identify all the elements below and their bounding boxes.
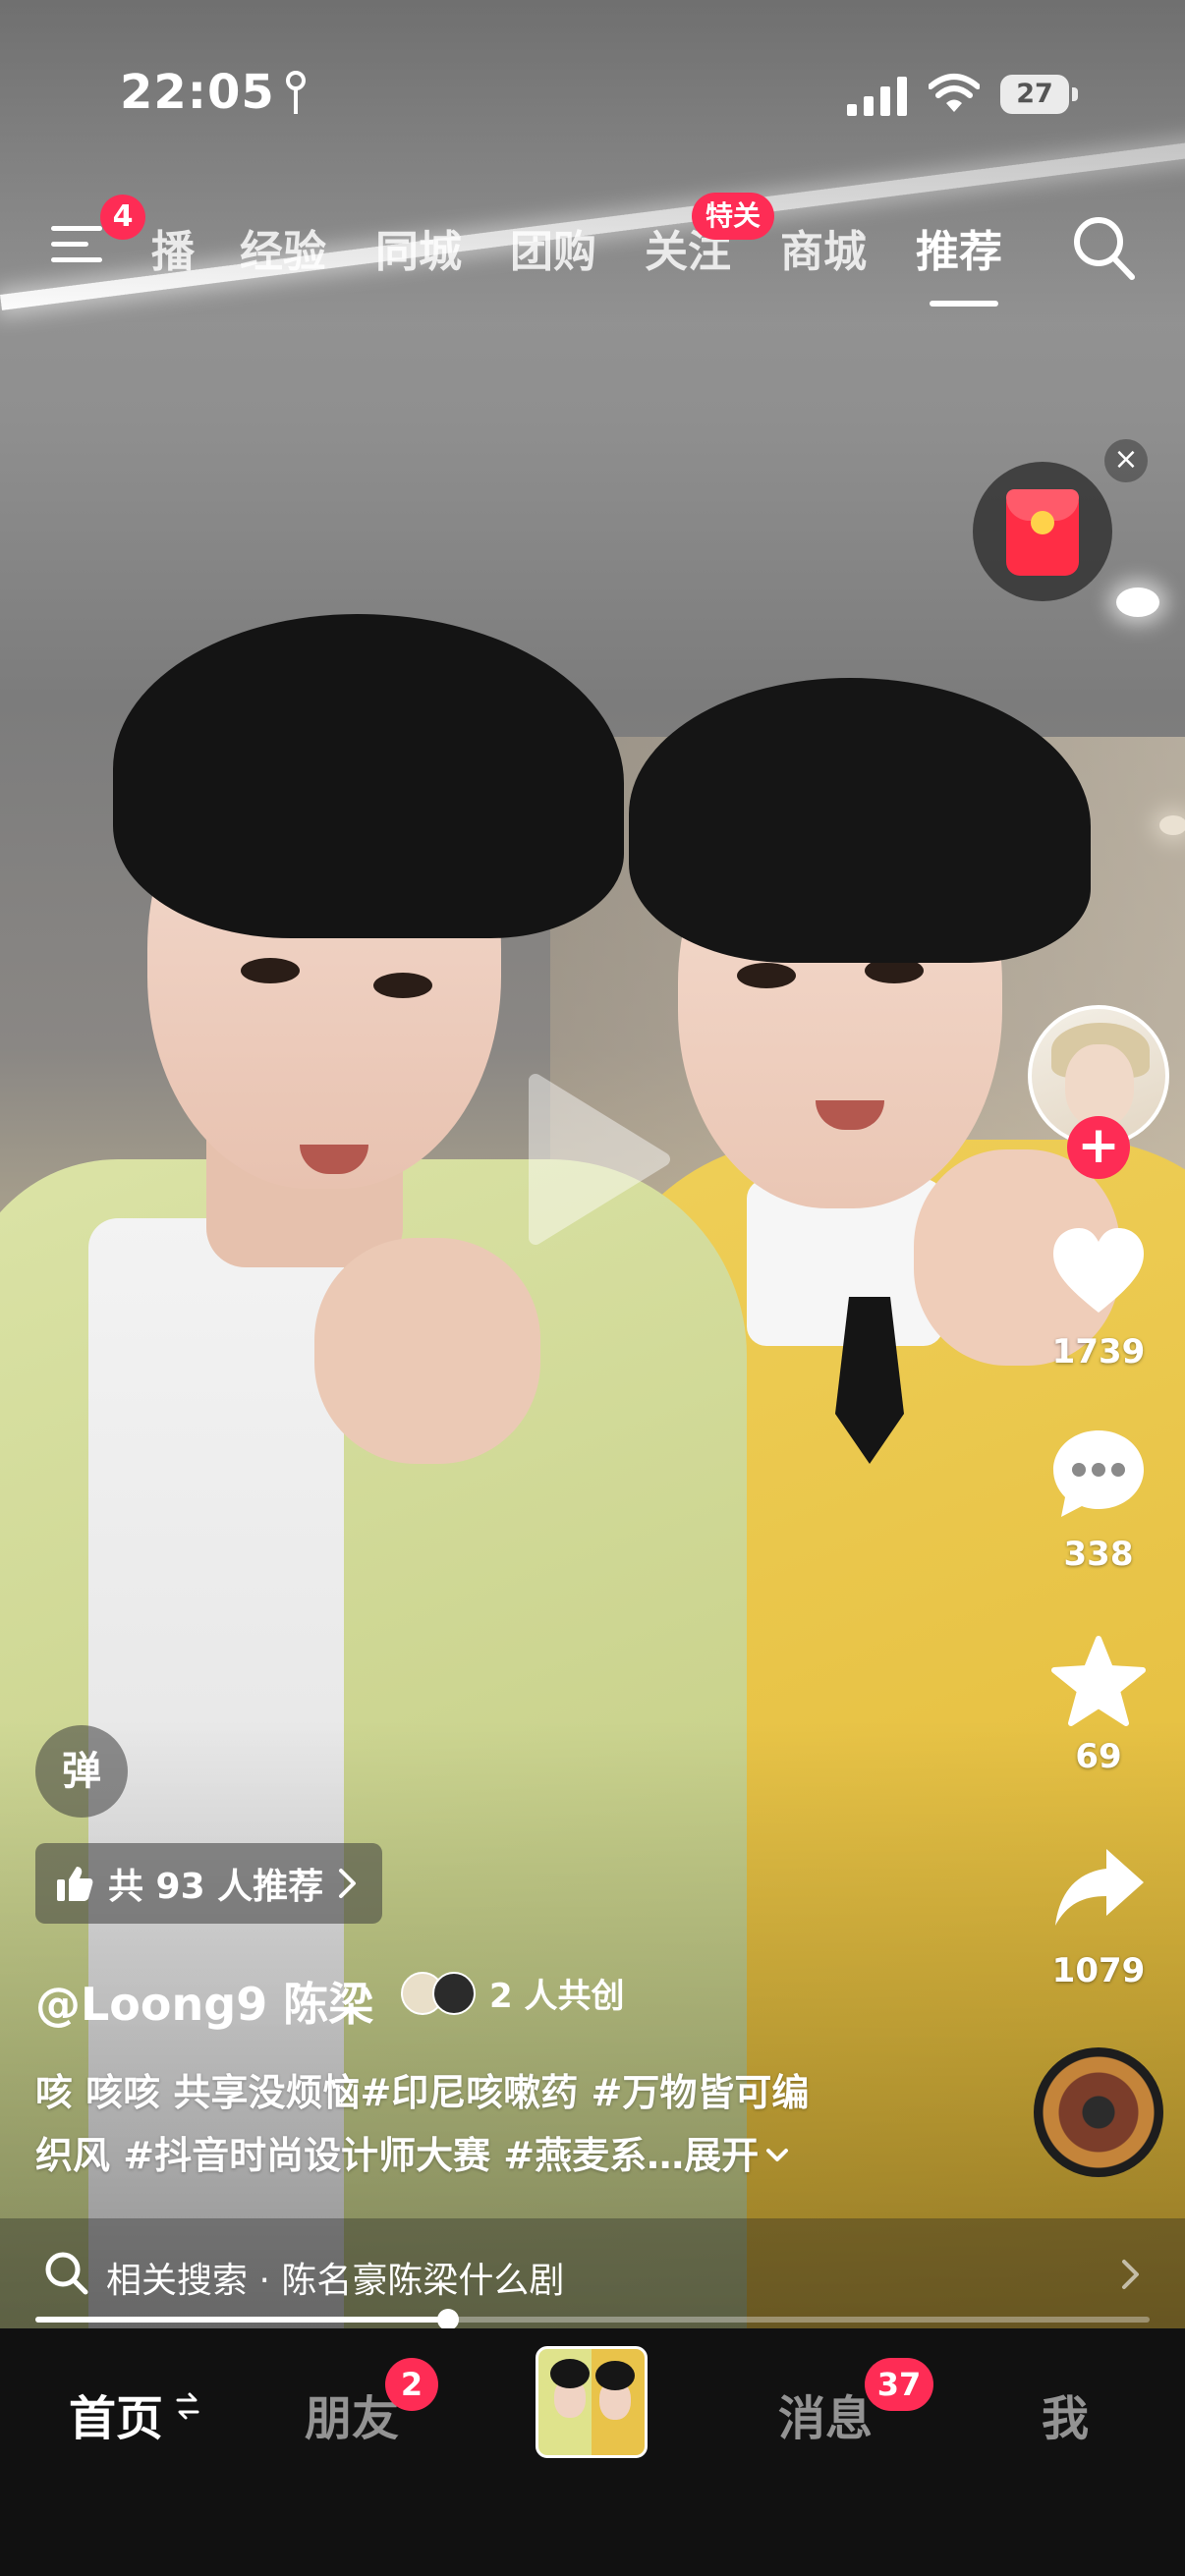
status-time: 22:05 <box>120 65 275 120</box>
tab-local[interactable]: 同城 <box>375 216 462 279</box>
thumb-hair <box>595 2361 635 2390</box>
related-search-text: 相关搜索 · 陈名豪陈梁什么剧 <box>106 2261 565 2301</box>
related-search-bar[interactable]: 相关搜索 · 陈名豪陈梁什么剧 <box>0 2218 1185 2328</box>
play-icon[interactable] <box>516 1071 673 1248</box>
thumbs-up-icon <box>57 1867 93 1901</box>
cocreate-link[interactable]: 2 人共创 <box>401 1969 625 2017</box>
recommend-count-label: 共 93 人推荐 <box>108 1867 324 1907</box>
caption-line: 织风 #抖音时尚设计师大赛 #燕麦系… <box>35 2134 685 2177</box>
search-icon[interactable] <box>1071 214 1136 281</box>
cocreator-avatar <box>432 1971 476 2015</box>
app-root: 22:05 27 4 播 经验 同城 团购 关注 特关 商城 推荐 × + 17… <box>0 0 1185 2576</box>
follow-button[interactable]: + <box>1067 1116 1130 1179</box>
mouth <box>816 1100 884 1130</box>
tab-messages[interactable]: 消息 <box>778 2380 873 2448</box>
battery-icon: 27 <box>1000 75 1079 114</box>
recommend-pill[interactable]: 共 93 人推荐 <box>35 1843 383 1924</box>
red-packet-button[interactable] <box>973 462 1112 601</box>
battery-level: 27 <box>1016 79 1053 109</box>
wifi-icon <box>929 74 980 112</box>
menu-badge: 4 <box>100 195 145 240</box>
create-video-button[interactable] <box>536 2346 648 2458</box>
bottom-tab-bar: 首页 朋友 2 消息 37 我 <box>0 2328 1185 2576</box>
battery-cap <box>1072 87 1078 101</box>
tab-recommend[interactable]: 推荐 <box>916 216 1002 279</box>
caption-line: 咳 咳咳 共享没烦恼#印尼咳嗽药 #万物皆可编 <box>35 2071 810 2114</box>
comment-icon[interactable] <box>1049 1427 1148 1521</box>
person-left-fist <box>314 1238 540 1464</box>
cocreate-label: 2 人共创 <box>489 1977 625 2016</box>
share-count: 1079 <box>1051 1951 1146 1990</box>
thumb-hair <box>550 2359 590 2388</box>
favorite-count: 69 <box>1075 1737 1122 1776</box>
messages-badge: 37 <box>865 2358 933 2411</box>
active-tab-indicator <box>930 301 998 307</box>
red-envelope-icon <box>1006 489 1079 576</box>
location-arrow-icon <box>286 71 306 114</box>
music-disc-icon[interactable] <box>1034 2047 1163 2177</box>
swap-icon[interactable] <box>175 2389 200 2423</box>
danmu-toggle-button[interactable]: 弹 <box>35 1725 128 1818</box>
eye <box>737 963 796 988</box>
expand-label: 展开 <box>684 2134 760 2177</box>
red-packet-close-button[interactable]: × <box>1104 439 1148 482</box>
like-count: 1739 <box>1051 1332 1146 1372</box>
video-progress-fill <box>35 2317 448 2323</box>
author-name[interactable]: @Loong9 陈梁 <box>35 1969 373 2034</box>
tab-home[interactable]: 首页 <box>69 2380 163 2448</box>
video-progress-knob[interactable] <box>436 2309 459 2330</box>
search-icon <box>45 2252 88 2295</box>
menu-icon[interactable] <box>51 222 102 267</box>
star-icon[interactable] <box>1049 1635 1148 1729</box>
person-left-hair <box>113 614 624 938</box>
tab-experience[interactable]: 经验 <box>240 216 326 279</box>
eye <box>373 973 432 998</box>
ceiling-spotlight <box>1116 588 1159 617</box>
expand-caption-button[interactable]: 展开 <box>684 2124 790 2187</box>
chevron-down-icon <box>766 2149 789 2161</box>
mouth <box>300 1145 368 1174</box>
chevron-right-icon <box>339 1869 357 1898</box>
video-caption: 咳 咳咳 共享没烦恼#印尼咳嗽药 #万物皆可编 织风 #抖音时尚设计师大赛 #燕… <box>35 2061 920 2187</box>
special-follow-tag: 特关 <box>692 193 774 240</box>
comment-count: 338 <box>1063 1535 1134 1574</box>
tab-me[interactable]: 我 <box>1042 2380 1089 2448</box>
friends-badge: 2 <box>385 2358 438 2411</box>
person-right-hair <box>629 678 1091 963</box>
signal-icon <box>847 77 907 116</box>
eye <box>241 958 300 983</box>
share-icon[interactable] <box>1049 1843 1148 1937</box>
tab-mall[interactable]: 商城 <box>780 216 867 279</box>
chevron-right-icon <box>1122 2260 1139 2289</box>
video-progress-bar[interactable] <box>35 2309 1150 2330</box>
tab-live[interactable]: 播 <box>151 216 195 279</box>
avatar-face <box>1065 1044 1134 1127</box>
envelope-seal <box>1031 511 1054 534</box>
tab-group-buy[interactable]: 团购 <box>510 216 596 279</box>
heart-icon[interactable] <box>1049 1224 1148 1318</box>
